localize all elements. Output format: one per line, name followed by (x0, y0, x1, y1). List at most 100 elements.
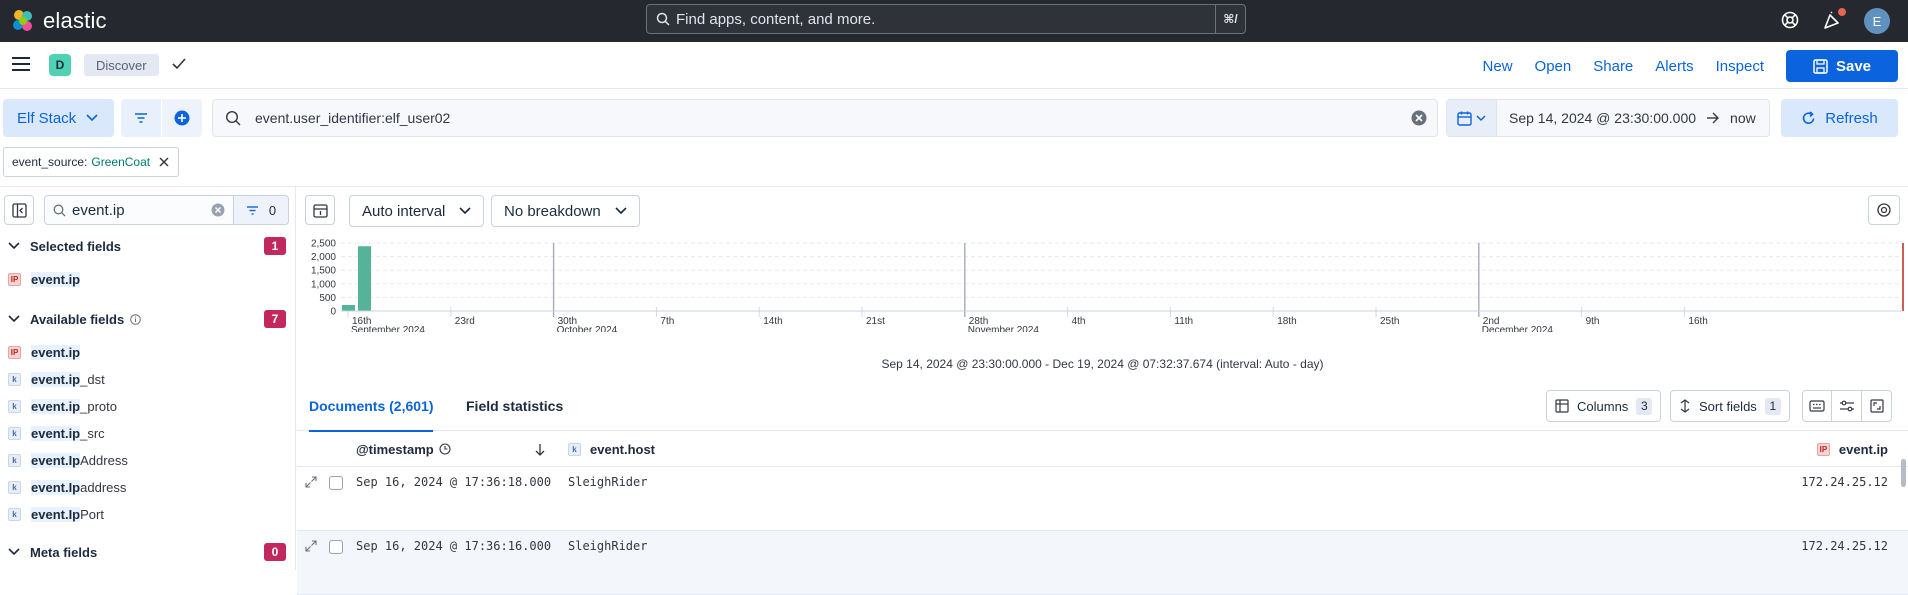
display-settings-button[interactable] (1832, 390, 1862, 422)
chart-options-button[interactable] (1868, 195, 1900, 225)
tab-field-statistics[interactable]: Field statistics (466, 381, 563, 431)
field-item[interactable]: k event.IpPort (0, 501, 296, 527)
refresh-button[interactable]: Refresh (1781, 99, 1898, 137)
clear-query-icon[interactable] (1411, 110, 1427, 126)
inspect-link[interactable]: Inspect (1716, 58, 1764, 75)
menu-icon[interactable] (12, 56, 30, 75)
columns-button[interactable]: Columns 3 (1546, 390, 1662, 422)
cell-ip: 172.24.25.12 (1801, 475, 1888, 489)
open-link[interactable]: Open (1535, 58, 1572, 75)
field-item[interactable]: k event.ip_src (0, 420, 296, 446)
chevron-down-icon (86, 114, 98, 122)
refresh-icon (1802, 110, 1815, 124)
info-icon[interactable] (130, 313, 141, 325)
y-tick-label: 2,000 (311, 252, 336, 263)
section-title: Available fields (30, 311, 125, 327)
column-header-ip[interactable]: IP event.ip (1816, 431, 1888, 467)
chevron-down-icon (8, 548, 20, 556)
available-fields-header[interactable]: Available fields 7 (0, 306, 296, 332)
query-bar: Elf Stack event.user_identifier:elf_user… (0, 89, 1908, 137)
meta-count-badge: 0 (264, 543, 286, 561)
kql-query-input[interactable]: event.user_identifier:elf_user02 (212, 99, 1438, 137)
filter-menu-button[interactable] (121, 99, 161, 137)
data-view-picker[interactable]: Elf Stack (3, 99, 114, 137)
y-tick-label: 1,000 (311, 279, 336, 290)
field-item[interactable]: k event.Ipaddress (0, 474, 296, 500)
section-title: Selected fields (30, 238, 122, 254)
column-header-host[interactable]: k event.host (568, 431, 655, 467)
row-checkbox[interactable] (329, 540, 343, 554)
filter-count: 0 (268, 202, 277, 218)
table-icon (1555, 399, 1569, 413)
field-item[interactable]: IP event.ip (0, 339, 296, 365)
field-item-event-ip[interactable]: IP event.ip (0, 266, 296, 292)
selected-count-badge: 1 (264, 237, 286, 255)
field-name-match: event.ip (31, 398, 81, 414)
expand-icon[interactable] (305, 540, 317, 552)
histogram-bar (358, 246, 371, 311)
x-tick-label: 25th (1380, 316, 1399, 327)
field-item[interactable]: k event.ip_proto (0, 393, 296, 419)
field-name-match: event.Ip (31, 452, 81, 468)
help-icon[interactable] (1780, 10, 1800, 33)
expand-icon[interactable] (305, 476, 317, 488)
query-text: event.user_identifier:elf_user02 (255, 110, 451, 126)
x-tick-label: 9th (1586, 316, 1600, 327)
date-end[interactable]: now (1730, 110, 1756, 126)
news-feed-icon[interactable] (1822, 8, 1846, 31)
save-button[interactable]: Save (1786, 50, 1898, 82)
user-avatar[interactable]: E (1864, 8, 1890, 34)
filter-pill[interactable]: event_source: GreenCoat (3, 147, 180, 177)
tab-documents[interactable]: Documents (2,601) (309, 381, 434, 432)
collapse-sidebar-button[interactable] (4, 195, 34, 225)
grid-scrollbar[interactable] (1901, 459, 1906, 487)
date-start[interactable]: Sep 14, 2024 @ 23:30:00.000 (1509, 110, 1696, 126)
selected-fields-header[interactable]: Selected fields 1 (0, 233, 296, 259)
y-tick-label: 2,500 (311, 239, 336, 250)
x-tick-label: 16th (1688, 316, 1707, 327)
column-header-timestamp[interactable]: @timestamp (356, 431, 451, 467)
cell-timestamp: Sep 16, 2024 @ 17:36:18.000 (356, 475, 552, 489)
sort-fields-button[interactable]: Sort fields 1 (1670, 390, 1790, 422)
space-avatar[interactable]: D (49, 54, 71, 76)
field-name-rest: _dst (80, 371, 105, 387)
field-name-match: event.Ip (31, 479, 81, 495)
elastic-logo-icon (13, 10, 32, 31)
refresh-label: Refresh (1825, 109, 1878, 127)
interval-select[interactable]: Auto interval (349, 195, 485, 227)
row-checkbox[interactable] (329, 476, 343, 490)
elastic-logo[interactable]: elastic (10, 8, 107, 34)
sort-descending-icon[interactable] (534, 431, 546, 467)
field-item[interactable]: k event.IpAddress (0, 447, 296, 473)
keyboard-shortcuts-button[interactable] (1802, 390, 1832, 422)
cell-timestamp: Sep 16, 2024 @ 17:36:16.000 (356, 539, 552, 553)
share-link[interactable]: Share (1593, 58, 1633, 75)
close-icon[interactable] (158, 156, 170, 168)
add-filter-button[interactable] (162, 99, 202, 137)
ip-type-icon: IP (8, 272, 21, 286)
field-type-filter-button[interactable]: 0 (234, 195, 289, 225)
x-tick-label: 4th (1072, 316, 1086, 327)
alerts-link[interactable]: Alerts (1655, 58, 1693, 75)
clock-icon (439, 443, 451, 455)
app-bar: D Discover New Open Share Alerts Inspect… (0, 42, 1908, 89)
histogram-chart[interactable]: 2,500 2,000 1,500 1,000 500 0 16th September 20… (297, 237, 1908, 332)
breakdown-select[interactable]: No breakdown (491, 195, 640, 227)
quick-menu-toggle[interactable] (1447, 100, 1497, 136)
table-row[interactable]: Sep 16, 2024 @ 17:36:18.000 SleighRider … (297, 467, 1908, 531)
new-link[interactable]: New (1483, 58, 1513, 75)
meta-fields-header[interactable]: Meta fields 0 (0, 539, 296, 565)
field-item[interactable]: k event.ip_dst (0, 366, 296, 392)
global-search-input[interactable]: Find apps, content, and more. ⌘/ (646, 4, 1246, 34)
time-range-button[interactable] (305, 195, 335, 225)
fullscreen-button[interactable] (1862, 390, 1892, 422)
save-icon (1813, 58, 1828, 74)
table-row[interactable]: Sep 16, 2024 @ 17:36:16.000 SleighRider … (297, 531, 1908, 595)
keyword-type-icon: k (8, 372, 21, 386)
keyword-type-icon: k (8, 399, 21, 413)
fullscreen-icon (1869, 399, 1884, 413)
global-header: elastic Find apps, content, and more. ⌘/… (0, 0, 1908, 42)
field-search-input[interactable]: event.ip (44, 195, 234, 225)
chevron-down-icon (615, 207, 627, 215)
clear-search-icon[interactable] (211, 203, 225, 217)
